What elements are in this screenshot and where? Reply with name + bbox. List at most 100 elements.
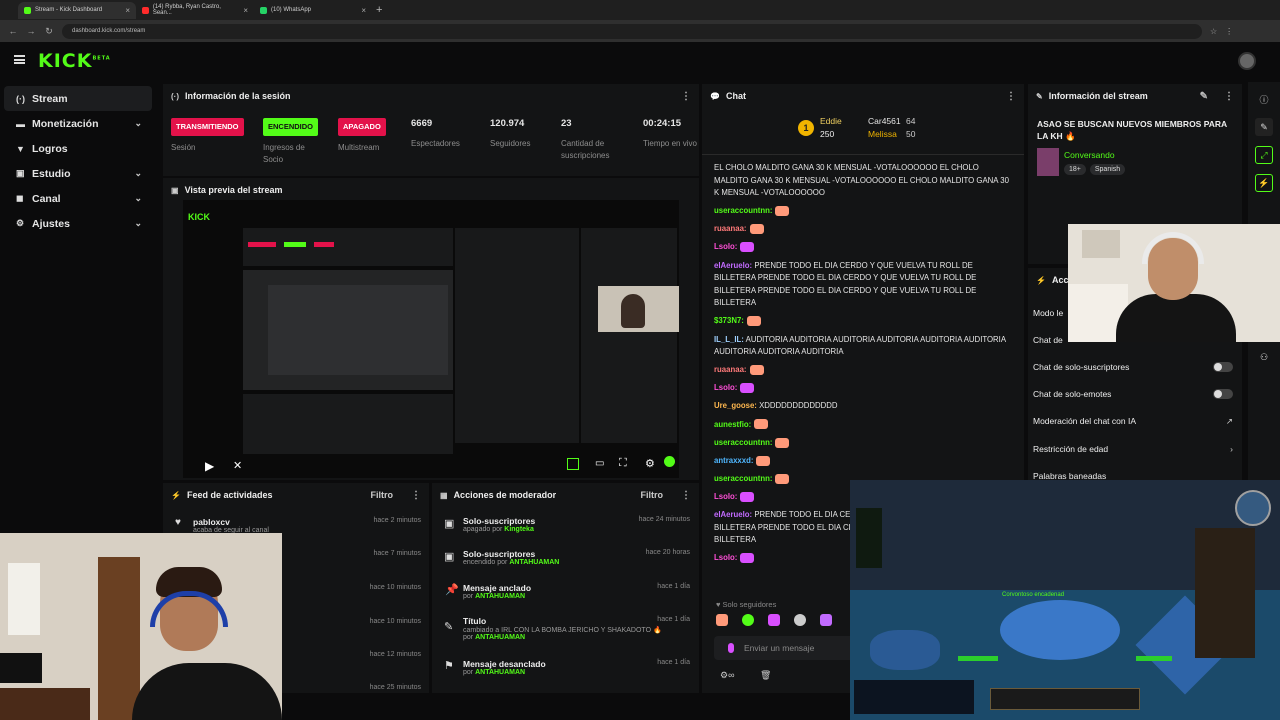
chat-username[interactable]: Lsolo: <box>714 492 737 501</box>
mod-action-detail: apagado por Kingteka <box>463 526 690 533</box>
sidebar-item-logros[interactable]: ▼ Logros <box>4 136 152 161</box>
mute-icon[interactable]: ✕ <box>233 459 242 472</box>
reload-icon[interactable]: ↻ <box>44 26 54 37</box>
status-badge: APAGADO <box>338 118 386 136</box>
game-chat <box>854 680 974 714</box>
avatar[interactable] <box>1238 52 1256 70</box>
stream-preview-video[interactable]: KICK ▶ ✕ ▭ ⛶ ⚙ <box>183 200 679 478</box>
star-icon[interactable]: ☆ <box>1210 27 1217 36</box>
sidebar-item-ajustes[interactable]: ⚙ Ajustes ⌄ <box>4 211 152 236</box>
action-row[interactable]: Moderación del chat con IA ↗ <box>1033 416 1233 427</box>
mod-user[interactable]: ANTAHUAMAN <box>509 559 559 566</box>
action-row[interactable]: Modo le <box>1033 308 1063 318</box>
action-row[interactable]: Palabras baneadas <box>1033 471 1106 480</box>
forward-icon[interactable]: → <box>26 26 36 36</box>
browser-tab-youtube[interactable]: (14) Rybba, Ryan Castro, Sean... × <box>136 2 254 19</box>
chat-username[interactable]: $373N7: <box>714 316 744 325</box>
share-icon[interactable]: ⚇ <box>1255 348 1273 366</box>
leader-name[interactable]: Car4561 <box>868 116 901 126</box>
action-row[interactable]: Chat de <box>1033 335 1063 345</box>
filter-button[interactable]: Filtro <box>371 490 394 500</box>
hamburger-menu-icon[interactable] <box>14 55 25 64</box>
mod-user[interactable]: Kingteka <box>504 526 534 533</box>
fullscreen-icon[interactable]: ⛶ <box>619 457 627 470</box>
emote-icon[interactable] <box>768 614 780 626</box>
url-input[interactable]: dashboard.kick.com/stream <box>62 23 1202 39</box>
flash-icon[interactable]: ⚡ <box>1255 174 1273 192</box>
emote-icon <box>775 206 790 217</box>
emote-icon[interactable] <box>794 614 806 626</box>
more-icon[interactable]: ⋮ <box>1224 91 1234 102</box>
trash-icon[interactable]: 🗑 <box>760 670 771 681</box>
stat-label: Seguidores <box>490 139 531 148</box>
address-bar-row: ← → ↻ dashboard.kick.com/stream ☆ ⋮ <box>0 20 1280 42</box>
pip-icon[interactable]: ▭ <box>595 458 604 469</box>
mod-user[interactable]: ANTAHUAMAN <box>475 669 525 676</box>
chat-username[interactable]: useraccountnn: <box>714 438 772 447</box>
emote-picker-icon[interactable] <box>728 643 734 653</box>
link-icon[interactable]: ⚙∞ <box>720 670 734 681</box>
stat-subs: 23 Cantidad de suscripciones <box>561 118 631 162</box>
chat-username[interactable]: ruaanaa: <box>714 365 747 374</box>
emote-icon[interactable] <box>716 614 728 626</box>
chat-username[interactable]: Lsolo: <box>714 553 737 562</box>
chat-username[interactable]: IL_L_IL: <box>714 335 744 344</box>
mod-user[interactable]: ANTAHUAMAN <box>475 593 525 600</box>
info-icon[interactable]: ⓘ <box>1255 90 1273 108</box>
mod-user[interactable]: ANTAHUAMAN <box>475 634 525 641</box>
filter-button[interactable]: Filtro <box>641 490 664 500</box>
sidebar-item-estudio[interactable]: ▣ Estudio ⌄ <box>4 161 152 186</box>
chat-username[interactable]: elAeruelo: <box>714 510 752 519</box>
more-icon[interactable]: ⋮ <box>681 91 691 102</box>
leader-name[interactable]: Melissa <box>868 129 897 139</box>
browser-tab-whatsapp[interactable]: (10) WhatsApp × <box>254 2 372 19</box>
emote-icon <box>749 365 764 376</box>
chat-username[interactable]: aunestfio: <box>714 420 751 429</box>
category-thumbnail[interactable] <box>1037 148 1059 176</box>
close-icon[interactable]: × <box>361 6 366 15</box>
edit-icon[interactable]: ✎ <box>1200 91 1208 102</box>
expand-icon[interactable]: ⤢ <box>1255 146 1273 164</box>
new-tab-icon[interactable]: + <box>376 4 382 16</box>
chat-message: ruaanaa: <box>714 364 1010 377</box>
more-icon[interactable]: ⋮ <box>681 490 691 501</box>
extensions-icon[interactable]: ⋮ <box>1225 27 1233 36</box>
mod-action-title: Título <box>463 616 487 626</box>
sidebar-item-canal[interactable]: ◼ Canal ⌄ <box>4 186 152 211</box>
back-icon[interactable]: ← <box>8 26 18 36</box>
sidebar-item-monetizacion[interactable]: ▬ Monetización ⌄ <box>4 111 152 136</box>
mod-action-sub: encendido por <box>463 559 508 566</box>
category-name[interactable]: Conversando <box>1064 150 1115 160</box>
subs-only-toggle[interactable] <box>1213 362 1233 372</box>
emote-icon <box>756 455 771 466</box>
tag-badge[interactable]: 18+ <box>1064 164 1086 175</box>
close-icon[interactable]: × <box>243 6 248 15</box>
kick-logo[interactable]: KICKBETA <box>38 50 111 72</box>
chat-username[interactable]: elAeruelo: <box>714 261 752 270</box>
crown-icon: 1 <box>798 120 814 136</box>
browser-tab-kick[interactable]: Stream - Kick Dashboard × <box>18 1 136 19</box>
emote-icon[interactable] <box>742 614 754 626</box>
chat-username[interactable]: useraccountnn: <box>714 206 772 215</box>
chat-username[interactable]: Ure_goose: <box>714 401 757 410</box>
chat-username[interactable]: Lsolo: <box>714 383 737 392</box>
leader-name[interactable]: Eddie <box>820 116 842 126</box>
emotes-only-toggle[interactable] <box>1213 389 1233 399</box>
sidebar-item-stream[interactable]: (·) Stream <box>4 86 152 111</box>
close-icon[interactable]: × <box>125 6 130 15</box>
tag-badge[interactable]: Spanish <box>1089 164 1126 175</box>
pencil-icon[interactable]: ✎ <box>1255 118 1273 136</box>
chat-username[interactable]: Lsolo: <box>714 242 737 251</box>
chat-username[interactable]: antraxxxd: <box>714 456 753 465</box>
play-icon[interactable]: ▶ <box>205 459 214 473</box>
chat-message: aunestfio: <box>714 419 1010 432</box>
action-row[interactable]: Restricción de edad › <box>1033 444 1233 454</box>
chat-username[interactable]: useraccountnn: <box>714 474 772 483</box>
more-icon[interactable]: ⋮ <box>1006 91 1016 102</box>
chat-username[interactable]: ruaanaa: <box>714 224 747 233</box>
emote-icon[interactable] <box>820 614 832 626</box>
layout-icon[interactable] <box>567 458 579 470</box>
sidebar-item-label: Ajustes <box>32 217 70 230</box>
more-icon[interactable]: ⋮ <box>411 490 421 501</box>
gear-icon[interactable]: ⚙ <box>645 457 655 470</box>
